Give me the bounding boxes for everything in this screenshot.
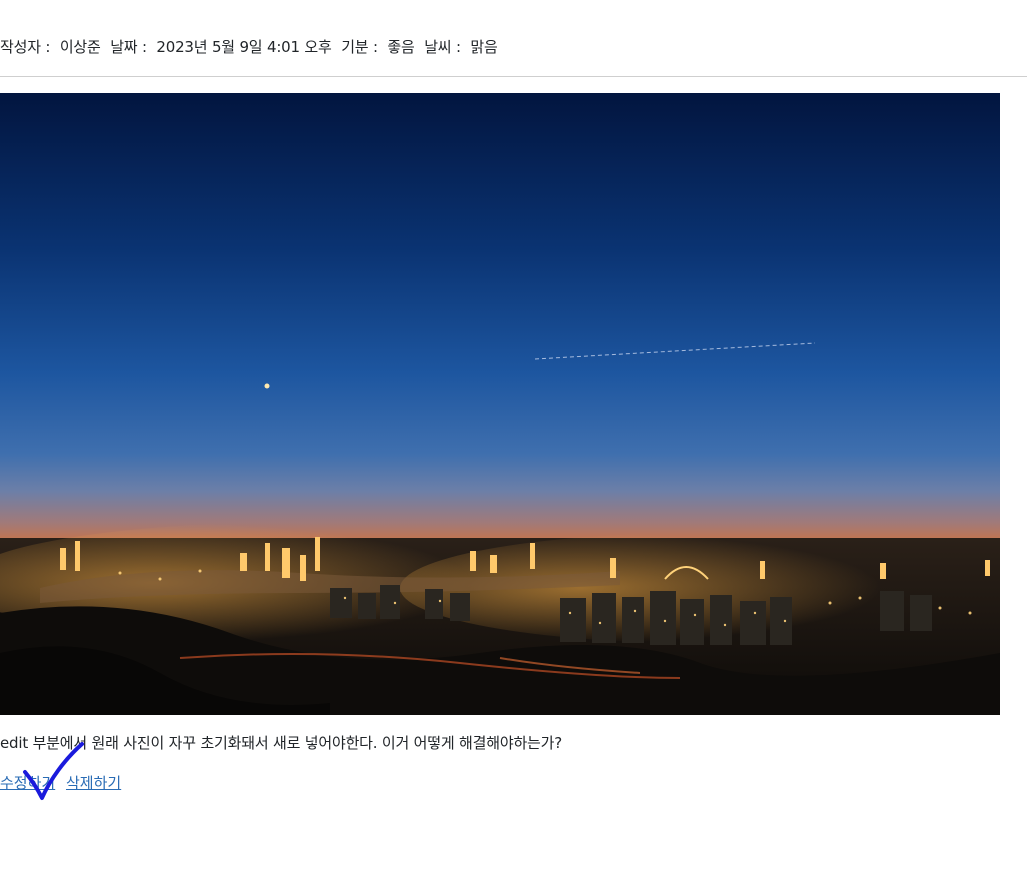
author-label: 작성자 :: [0, 38, 51, 56]
mood-label: 기분 :: [341, 38, 378, 56]
mood-value: 좋음: [387, 38, 415, 56]
weather-value: 맑음: [470, 38, 498, 56]
date-label: 날짜 :: [110, 38, 147, 56]
author-value: 이상준: [59, 38, 101, 56]
header-divider: [0, 76, 1027, 77]
post-content: edit 부분에서 원래 사진이 자꾸 초기화돼서 새로 넣어야한다. 이거 어…: [0, 734, 563, 752]
delete-link[interactable]: 삭제하기: [66, 774, 121, 792]
date-value: 2023년 5월 9일 4:01 오후: [156, 38, 332, 56]
post-photo: [0, 93, 1000, 715]
weather-label: 날씨 :: [424, 38, 461, 56]
edit-link[interactable]: 수정하기: [0, 774, 55, 792]
post-actions: 수정하기 삭제하기: [0, 772, 121, 793]
post-meta: 작성자 : 이상준 날짜 : 2023년 5월 9일 4:01 오후 기분 : …: [0, 36, 498, 57]
